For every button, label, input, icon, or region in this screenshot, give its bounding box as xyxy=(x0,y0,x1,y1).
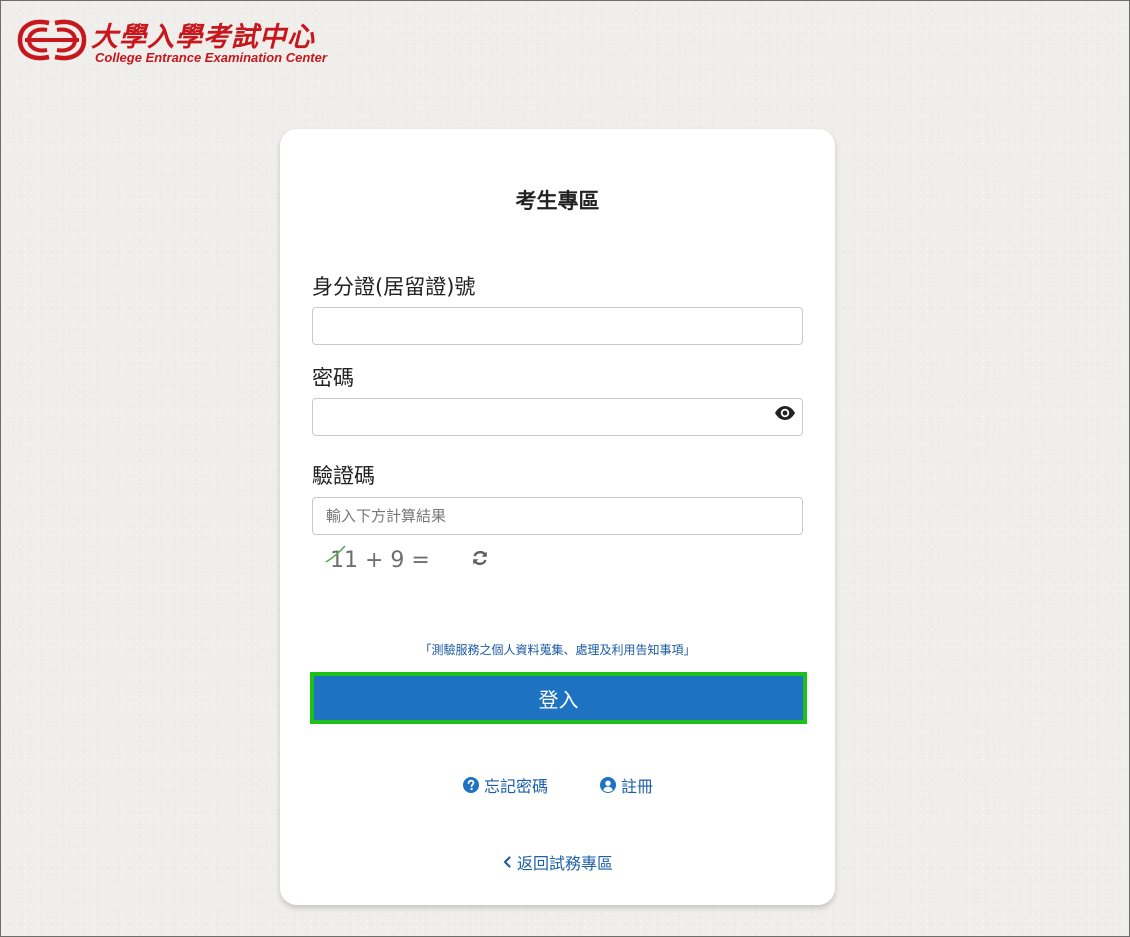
login-button-label: 登入 xyxy=(538,687,579,712)
chevron-left-icon xyxy=(503,856,511,868)
logo-chinese-name: 大學入學考試中心 xyxy=(91,22,315,53)
question-circle-icon xyxy=(463,777,479,793)
login-card: 考生專區 身分證(居留證)號 密碼 驗證碼 11 + 9 = 「測驗服務之個人資… xyxy=(280,129,835,905)
forgot-password-link[interactable]: 忘記密碼 xyxy=(463,773,548,797)
eye-icon[interactable] xyxy=(774,405,796,421)
cee-logo-mark xyxy=(17,19,87,61)
register-label: 註冊 xyxy=(621,777,654,796)
captcha-noise-line xyxy=(325,545,346,563)
captcha-input[interactable] xyxy=(312,497,803,535)
privacy-notice-link[interactable]: 「測驗服務之個人資料蒐集、處理及利用告知事項」 xyxy=(280,641,835,658)
back-to-exam-affairs-link[interactable]: 返回試務專區 xyxy=(502,850,613,874)
captcha-label: 驗證碼 xyxy=(312,464,375,488)
logo-english-name: College Entrance Examination Center xyxy=(95,50,327,65)
register-link[interactable]: 註冊 xyxy=(600,773,653,797)
page-title: 考生專區 xyxy=(515,189,600,213)
forgot-password-label: 忘記密碼 xyxy=(484,777,549,796)
login-button[interactable]: 登入 xyxy=(310,672,807,724)
back-link-label: 返回試務專區 xyxy=(517,854,614,873)
password-label: 密碼 xyxy=(312,366,354,390)
refresh-icon[interactable] xyxy=(471,549,489,567)
id-number-input[interactable] xyxy=(312,307,803,345)
cee-logo: 大學入學考試中心 College Entrance Examination Ce… xyxy=(17,13,327,69)
user-circle-icon xyxy=(600,777,616,793)
captcha-image: 11 + 9 = xyxy=(324,544,464,580)
id-number-label: 身分證(居留證)號 xyxy=(312,275,476,299)
password-input[interactable] xyxy=(312,398,803,436)
